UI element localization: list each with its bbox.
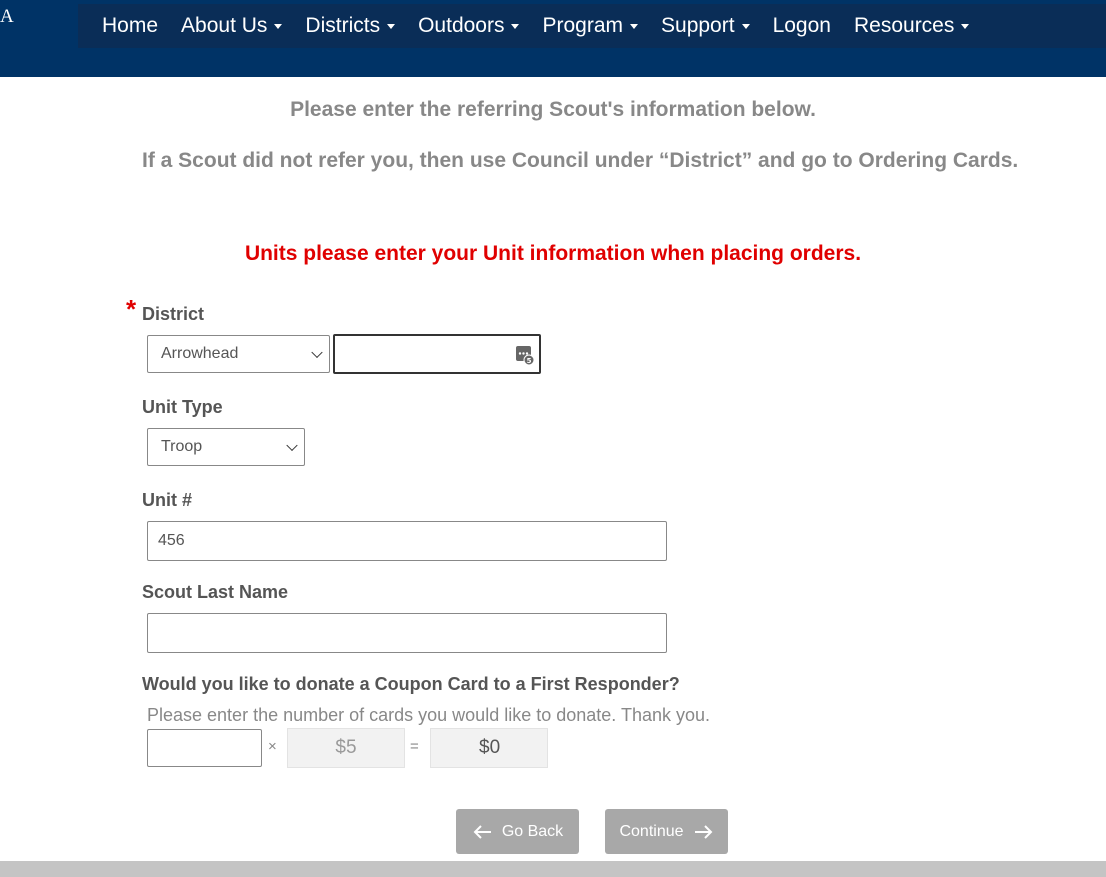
caret-down-icon	[630, 23, 639, 29]
caret-down-icon	[511, 23, 520, 29]
caret-down-icon	[961, 23, 970, 29]
nav-program[interactable]: Program	[542, 14, 639, 38]
nav-item-label: About Us	[181, 14, 268, 37]
nav-about-us[interactable]: About Us	[181, 14, 283, 38]
scout-last-name-input[interactable]	[147, 613, 667, 653]
intro-instructions: If a Scout did not refer you, then use C…	[142, 149, 1019, 172]
unit-number-input[interactable]: 456	[147, 521, 667, 561]
arrow-left-icon	[473, 824, 491, 839]
unit-price-display: $5	[287, 728, 405, 768]
chevron-down-icon	[286, 439, 298, 452]
go-back-button[interactable]: Go Back	[456, 809, 579, 854]
chevron-down-icon	[311, 346, 323, 359]
nav-item-label: Support	[661, 14, 735, 37]
donation-question: Would you like to donate a Coupon Card t…	[142, 674, 680, 694]
password-manager-icon[interactable]: 5	[515, 345, 535, 367]
multiply-sign: ×	[268, 738, 277, 755]
donation-hint: Please enter the number of cards you wou…	[147, 705, 711, 725]
caret-down-icon	[387, 23, 396, 29]
svg-text:5: 5	[527, 357, 532, 365]
district-select[interactable]: Arrowhead	[147, 335, 330, 373]
equals-sign: =	[410, 738, 419, 755]
nav-item-label: Home	[102, 14, 159, 37]
unit-number-value: 456	[158, 532, 185, 549]
scout-last-name-label: Scout Last Name	[142, 582, 289, 602]
caret-down-icon	[741, 23, 750, 29]
arrow-right-icon	[694, 824, 712, 839]
donation-total-display: $0	[430, 728, 548, 768]
site-logo[interactable]: A	[0, 6, 14, 28]
unit-type-select[interactable]: Troop	[147, 428, 305, 466]
footer-bar	[0, 861, 1106, 877]
nav-item-label: Program	[542, 14, 624, 37]
district-password-field[interactable]: 5	[333, 334, 541, 374]
nav-resources[interactable]: Resources	[853, 14, 970, 38]
nav-logon[interactable]: Logon	[773, 14, 831, 38]
nav-item-label: Resources	[853, 14, 955, 37]
main-navigation: Home About Us Districts Outdoors Program Supp…	[78, 4, 1106, 48]
unit-type-selected-value: Troop	[161, 438, 203, 455]
nav-item-label: Districts	[305, 14, 381, 37]
go-back-label: Go Back	[501, 822, 564, 840]
caret-down-icon	[274, 23, 283, 29]
district-label: District	[142, 304, 205, 324]
nav-item-label: Outdoors	[418, 14, 505, 37]
continue-label: Continue	[619, 822, 684, 840]
nav-support[interactable]: Support	[661, 14, 750, 38]
nav-home[interactable]: Home	[102, 14, 158, 38]
continue-button[interactable]: Continue	[605, 809, 728, 854]
district-selected-value: Arrowhead	[161, 345, 239, 362]
unit-number-label: Unit #	[142, 490, 193, 510]
site-header: A Home About Us Districts Outdoors Program Su…	[0, 0, 1106, 77]
unit-notice: Units please enter your Unit information…	[244, 242, 862, 265]
intro-heading: Please enter the referring Scout's infor…	[290, 98, 816, 121]
donation-total-value: $0	[479, 737, 501, 758]
required-asterisk: *	[126, 294, 137, 324]
donation-quantity-input[interactable]	[147, 729, 262, 767]
unit-price-value: $5	[335, 737, 357, 758]
nav-districts[interactable]: Districts	[305, 14, 396, 38]
nav-item-label: Logon	[772, 14, 831, 37]
unit-type-label: Unit Type	[142, 397, 223, 417]
nav-outdoors[interactable]: Outdoors	[418, 14, 520, 38]
